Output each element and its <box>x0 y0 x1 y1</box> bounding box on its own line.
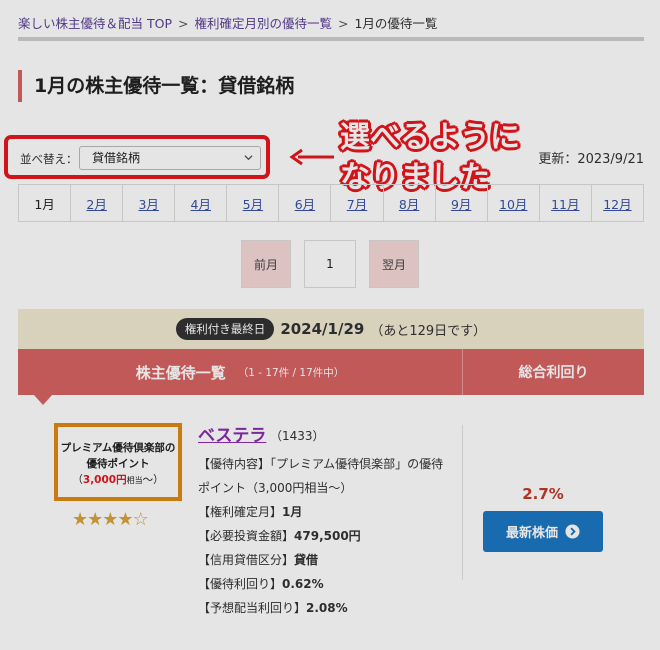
tab-month-7[interactable]: 7月 <box>331 185 384 221</box>
tab-month-12[interactable]: 12月 <box>592 185 643 221</box>
list-header-title: 株主優待一覧 （1 - 17件 / 17件中） <box>18 349 462 395</box>
star-filled-icon: ★ <box>117 509 133 530</box>
stock-details: 【優待内容】「プレミアム優待倶楽部」の優待ポイント（3,000円相当〜） 【権利… <box>198 452 448 620</box>
list-title: 株主優待一覧 <box>135 363 226 382</box>
star-filled-icon: ★ <box>87 509 103 530</box>
detail-label: 【予想配当利回り】 <box>198 601 307 615</box>
month-tabs: 1月 2月 3月 4月 5月 6月 7月 8月 9月 10月 11月 12月 <box>18 184 644 222</box>
list-header-pointer <box>34 395 52 405</box>
column-divider <box>462 425 463 580</box>
tab-month-9[interactable]: 9月 <box>436 185 488 221</box>
thumb-close: 〜） <box>142 474 164 486</box>
callout-line-1: 選べるように <box>340 120 520 155</box>
next-month-button[interactable]: 翌月 <box>369 240 419 288</box>
tab-month-10[interactable]: 10月 <box>488 185 540 221</box>
benefit-thumbnail[interactable]: プレミアム優待倶楽部の 優待ポイント （3,000円相当〜） <box>54 423 182 501</box>
chevron-right-circle-icon <box>565 524 580 539</box>
stock-name-link[interactable]: ベステラ <box>198 421 266 446</box>
star-filled-icon: ★ <box>102 509 118 530</box>
detail-benefit: 【優待内容】「プレミアム優待倶楽部」の優待ポイント（3,000円相当〜） <box>198 452 448 500</box>
list-header: 株主優待一覧 （1 - 17件 / 17件中） 総合利回り <box>18 349 644 395</box>
rights-date-badge: 権利付き最終日 <box>175 318 275 340</box>
detail-label: 【優待利回り】 <box>198 577 283 591</box>
latest-price-button[interactable]: 最新株価 <box>483 511 603 552</box>
star-filled-icon: ★ <box>72 509 88 530</box>
detail-value: 1月 <box>282 505 303 519</box>
page-title: 1月の株主優待一覧：貸借銘柄 <box>18 70 634 102</box>
thumb-line-2: 優待ポイント <box>86 458 150 470</box>
list-count: （1 - 17件 / 17件中） <box>237 366 345 379</box>
total-yield-column-header[interactable]: 総合利回り <box>463 349 644 395</box>
tab-month-8[interactable]: 8月 <box>384 185 436 221</box>
tab-month-4[interactable]: 4月 <box>175 185 228 221</box>
sort-label: 並べ替え： <box>20 152 78 166</box>
detail-benefit-yield: 【優待利回り】0.62% <box>198 572 448 596</box>
arrow-left-icon <box>289 148 334 166</box>
sort-highlight-box: 並べ替え： 貸借銘柄 <box>4 135 270 179</box>
breadcrumb-underline <box>18 37 644 41</box>
tab-month-2[interactable]: 2月 <box>71 185 124 221</box>
sort-select[interactable]: 貸借銘柄 <box>79 146 261 170</box>
total-yield-value: 2.7% <box>522 485 564 503</box>
thumb-line-1: プレミアム優待倶楽部の <box>60 442 176 454</box>
current-page: 1 <box>304 240 356 288</box>
breadcrumb-link-top[interactable]: 楽しい株主優待＆配当 TOP <box>18 16 172 31</box>
detail-value: 2.08% <box>306 601 348 615</box>
thumb-line-3: （3,000円相当〜） <box>58 472 178 489</box>
detail-dividend-yield: 【予想配当利回り】2.08% <box>198 596 448 620</box>
chevron-down-icon <box>244 155 253 161</box>
tab-month-3[interactable]: 3月 <box>123 185 176 221</box>
thumb-suffix: 相当 <box>126 476 143 485</box>
breadcrumb-separator: > <box>338 16 349 31</box>
detail-label: 【必要投資金額】 <box>198 529 295 543</box>
tab-month-1: 1月 <box>19 185 72 221</box>
tab-month-11[interactable]: 11月 <box>540 185 592 221</box>
stock-code: （1433） <box>270 429 325 443</box>
sort-selected-value: 貸借銘柄 <box>92 151 141 165</box>
thumb-amount: 3,000円 <box>82 474 127 486</box>
rights-date-value: 2024/1/29 <box>280 320 365 338</box>
page: 楽しい株主優待＆配当 TOP > 権利確定月別の優待一覧 >1月の優待一覧 1月の株主… <box>0 0 660 650</box>
detail-label: 【優待内容】 <box>198 457 271 471</box>
detail-investment: 【必要投資金額】479,500円 <box>198 524 448 548</box>
detail-label: 【権利確定月】 <box>198 505 283 519</box>
detail-margin-type: 【信用貸借区分】貸借 <box>198 548 448 572</box>
rights-date-bar: 権利付き最終日 2024/1/29 （あと129日です） <box>18 309 644 349</box>
tab-month-5[interactable]: 5月 <box>227 185 280 221</box>
detail-value: 貸借 <box>294 553 319 567</box>
star-empty-icon: ☆ <box>132 509 149 530</box>
breadcrumb-current: 1月の優待一覧 <box>354 16 438 31</box>
latest-price-label: 最新株価 <box>505 526 558 541</box>
breadcrumb-link-by-month[interactable]: 権利確定月別の優待一覧 <box>194 16 332 31</box>
rights-date-note: （あと129日です） <box>370 323 487 339</box>
rating-stars: ★★★★☆ <box>72 509 149 530</box>
prev-month-button[interactable]: 前月 <box>241 240 291 288</box>
detail-value: 0.62% <box>282 577 324 591</box>
detail-label: 【信用貸借区分】 <box>198 553 295 567</box>
detail-value: 479,500円 <box>294 529 361 543</box>
breadcrumb-separator: > <box>178 16 189 31</box>
tab-month-6[interactable]: 6月 <box>279 185 332 221</box>
breadcrumb: 楽しい株主優待＆配当 TOP > 権利確定月別の優待一覧 >1月の優待一覧 <box>18 13 437 32</box>
thumb-open-paren: （ <box>72 474 83 486</box>
detail-rights-month: 【権利確定月】1月 <box>198 500 448 524</box>
